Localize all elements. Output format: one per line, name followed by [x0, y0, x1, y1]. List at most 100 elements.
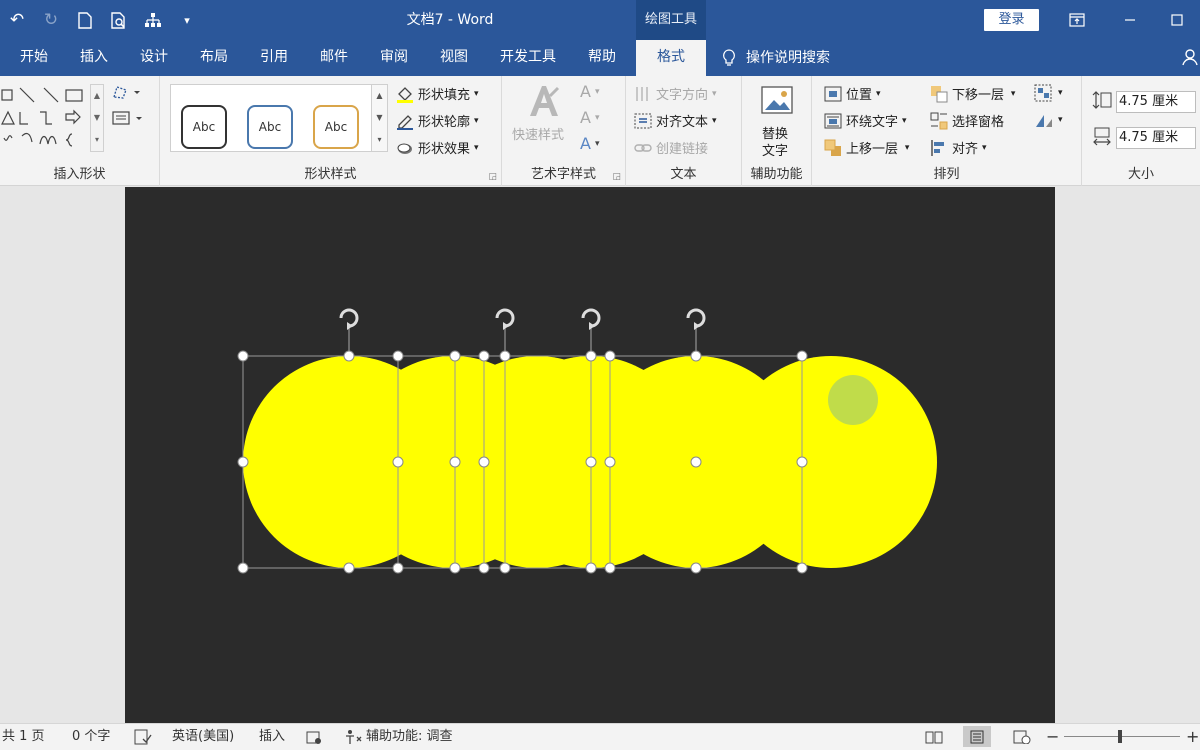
edit-shape-icon[interactable] — [112, 84, 140, 104]
shape-style-gallery[interactable]: Abc Abc Abc ▲ ▼ ▾ — [170, 84, 388, 152]
login-button[interactable]: 登录 — [984, 9, 1039, 31]
wrap-text-icon — [824, 113, 842, 128]
bring-forward-label: 上移一层 — [846, 142, 899, 157]
alt-text-line2[interactable]: 文字 — [762, 140, 788, 159]
shape-outline-button[interactable]: 形状轮廓 ▾ — [396, 111, 479, 130]
shape-height-icon — [1092, 90, 1112, 114]
account-icon[interactable] — [1182, 48, 1198, 70]
insert-mode-indicator[interactable]: 插入 — [259, 724, 285, 750]
group-insert-shapes: ▲ ▼ ▾ 插入形状 — [0, 76, 160, 186]
group-text-label: 文本 — [670, 167, 697, 182]
document-area — [0, 187, 1200, 723]
group-text: 文字方向 ▾ 对齐文本 ▾ 创建链接 文本 — [626, 76, 742, 186]
yellow-circle-1[interactable] — [243, 356, 455, 568]
text-fill-icon[interactable]: A ▾ — [580, 82, 599, 101]
shape-style-preset-2[interactable]: Abc — [247, 105, 293, 149]
print-layout-icon[interactable] — [963, 726, 991, 747]
align-label: 对齐 — [952, 142, 979, 157]
tab-developer[interactable]: 开发工具 — [490, 40, 566, 76]
text-direction-label: 文字方向 — [656, 88, 709, 103]
tab-help[interactable]: 帮助 — [574, 40, 630, 76]
selection-pane-icon — [930, 112, 948, 129]
group-accessibility-label: 辅助功能 — [750, 167, 803, 182]
selection-pane-button[interactable]: 选择窗格 — [930, 111, 1004, 130]
shape-outline-label: 形状轮廓 — [418, 115, 471, 130]
bring-forward-button[interactable]: 上移一层 ▾ — [824, 138, 909, 157]
create-link-label: 创建链接 — [656, 142, 709, 157]
text-direction-button[interactable]: 文字方向 ▾ — [634, 84, 717, 103]
tab-design[interactable]: 设计 — [126, 40, 182, 76]
vertical-scrollbar[interactable] — [1186, 187, 1200, 723]
tab-insert[interactable]: 插入 — [66, 40, 122, 76]
group-wordart-label: 艺术字样式 — [530, 167, 596, 182]
word-count[interactable]: 0 个字 — [72, 724, 110, 750]
shape-fill-button[interactable]: 形状填充 ▾ — [396, 84, 479, 103]
shapes-gallery-scroll[interactable]: ▲ ▼ ▾ — [90, 84, 104, 152]
text-outline-icon[interactable]: A ▾ — [580, 108, 599, 127]
read-mode-icon[interactable] — [920, 726, 948, 747]
drawing-tools-context-label: 绘图工具 — [636, 0, 706, 40]
web-layout-icon[interactable] — [1008, 726, 1036, 747]
send-backward-label: 下移一层 — [952, 88, 1005, 103]
small-green-circle[interactable] — [828, 375, 878, 425]
paint-bucket-icon — [397, 86, 413, 103]
align-button[interactable]: 对齐 ▾ — [930, 138, 987, 157]
page-count[interactable]: 共 1 页 — [2, 724, 45, 750]
zoom-slider-thumb[interactable] — [1118, 730, 1122, 743]
accessibility-check[interactable]: 辅助功能: 调查 — [344, 724, 453, 750]
shape-width-input[interactable]: 4.75 厘米 — [1116, 127, 1196, 149]
tab-references[interactable]: 引用 — [246, 40, 302, 76]
group-size-label: 大小 — [1127, 167, 1154, 182]
tell-me-search[interactable]: 操作说明搜索 — [722, 40, 830, 76]
shape-style-preset-3[interactable]: Abc — [313, 105, 359, 149]
text-box-icon[interactable] — [112, 110, 142, 130]
zoom-in-icon[interactable]: + — [1186, 724, 1199, 750]
rotate-handle-icon[interactable] — [495, 308, 515, 332]
shape-style-gallery-scroll[interactable]: ▲ ▼ ▾ — [371, 85, 387, 151]
status-bar: 共 1 页 0 个字 英语(美国) 插入 辅助功能: 调查 − + — [0, 723, 1200, 750]
align-text-label: 对齐文本 — [656, 115, 709, 130]
group-shape-styles-label: 形状样式 — [304, 167, 357, 182]
alt-text-icon[interactable] — [760, 84, 794, 122]
position-button[interactable]: 位置 ▾ — [824, 84, 881, 103]
minimize-icon[interactable] — [1107, 0, 1153, 40]
group-size: 4.75 厘米 4.75 厘米 大小 — [1082, 76, 1200, 186]
shape-effects-button[interactable]: 形状效果 ▾ — [396, 138, 479, 157]
tab-format[interactable]: 格式 — [636, 40, 706, 76]
create-link-button[interactable]: 创建链接 — [634, 138, 708, 157]
rotate-icon[interactable]: ▾ — [1034, 111, 1063, 129]
wordart-dialog-launcher-icon[interactable]: ◲ — [612, 172, 621, 182]
group-wordart-styles: 快速样式 A ▾ A ▾ A ▾ 艺术字样式 ◲ — [502, 76, 626, 186]
group-objects-icon[interactable]: ▾ — [1034, 84, 1063, 102]
quick-styles-button[interactable]: 快速样式 — [512, 124, 564, 143]
shape-effects-icon — [397, 143, 412, 154]
macro-record-icon[interactable] — [306, 724, 322, 750]
restore-icon[interactable] — [1154, 0, 1200, 40]
zoom-out-icon[interactable]: − — [1046, 724, 1059, 750]
tab-mailings[interactable]: 邮件 — [306, 40, 362, 76]
wrap-text-button[interactable]: 环绕文字 ▾ — [824, 111, 907, 130]
tab-home[interactable]: 开始 — [6, 40, 62, 76]
tab-layout[interactable]: 布局 — [186, 40, 242, 76]
text-effects-icon[interactable]: A ▾ — [580, 134, 599, 153]
zoom-slider[interactable] — [1064, 736, 1180, 737]
ribbon-display-options-icon[interactable] — [1054, 0, 1100, 40]
tab-review[interactable]: 审阅 — [366, 40, 422, 76]
proofing-icon[interactable] — [134, 724, 152, 750]
group-shape-styles: Abc Abc Abc ▲ ▼ ▾ 形状填充 ▾ 形状轮廓 ▾ 形状效果 ▾ 形状样式 ◲ — [160, 76, 502, 186]
wrap-text-label: 环绕文字 — [846, 115, 899, 130]
text-direction-icon — [636, 86, 648, 101]
group-insert-shapes-label: 插入形状 — [53, 167, 106, 182]
align-text-button[interactable]: 对齐文本 ▾ — [634, 111, 717, 130]
document-page[interactable] — [125, 187, 1055, 723]
shape-height-input[interactable]: 4.75 厘米 — [1116, 91, 1196, 113]
rotate-handle-icon[interactable] — [339, 308, 359, 332]
shape-styles-dialog-launcher-icon[interactable]: ◲ — [488, 172, 497, 182]
tab-view[interactable]: 视图 — [426, 40, 482, 76]
send-backward-button[interactable]: 下移一层 ▾ — [930, 84, 1015, 103]
shape-style-preset-1[interactable]: Abc — [181, 105, 227, 149]
shape-width-icon — [1092, 126, 1112, 150]
language-indicator[interactable]: 英语(美国) — [172, 724, 234, 750]
rotate-handle-icon[interactable] — [686, 308, 706, 332]
rotate-handle-icon[interactable] — [581, 308, 601, 332]
